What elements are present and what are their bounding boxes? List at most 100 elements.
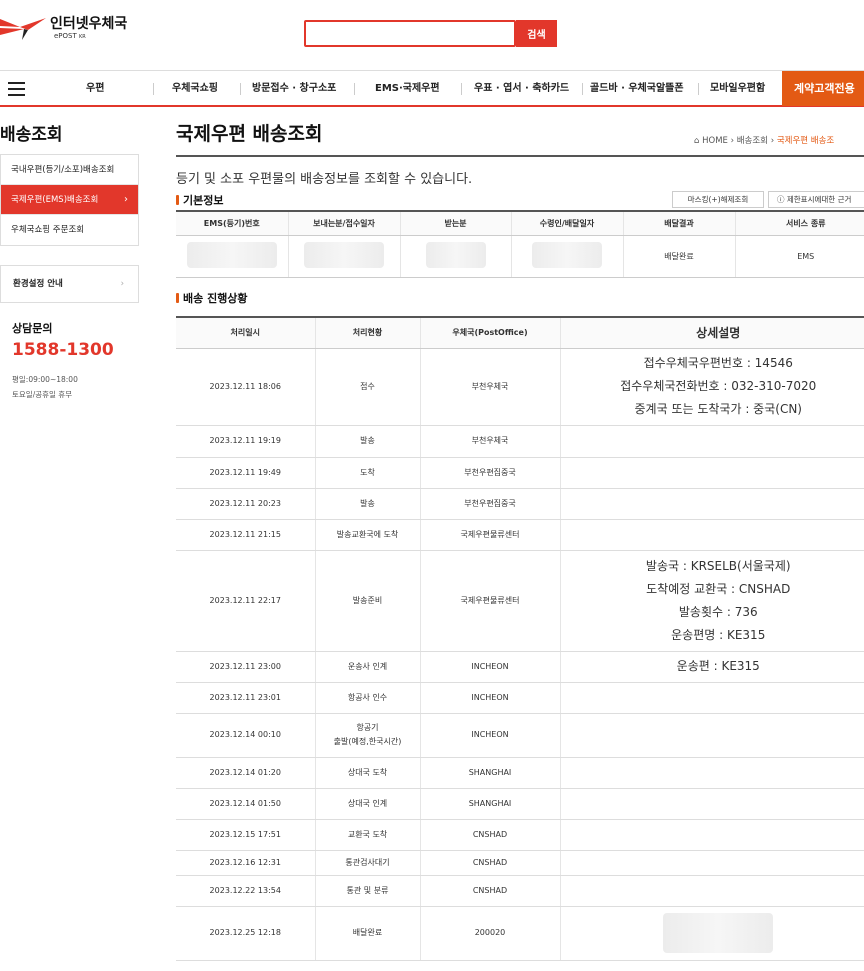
- table-header-row: EMS(등기)번호 보내는분/접수일자 받는분 수령인/배달일자 배달결과 서비…: [176, 211, 864, 236]
- event-detail: [559, 488, 864, 520]
- redacted-value: [186, 242, 277, 268]
- column-header: 처리현황: [314, 317, 420, 349]
- search-button[interactable]: 검색: [516, 20, 557, 47]
- epost-logo-icon: [0, 18, 46, 40]
- event-status: 발송준비: [314, 550, 420, 652]
- receiver-cell: [510, 235, 623, 278]
- hours-weekend: 토요일/공휴일 휴무: [12, 390, 73, 399]
- progress-title: 배송 진행상황: [183, 292, 248, 305]
- logo-sub-kr: KR: [79, 34, 86, 40]
- nav-item-mail[interactable]: 우편: [86, 71, 104, 106]
- event-detail: [559, 757, 864, 789]
- chevron-right-icon: ›: [124, 194, 128, 205]
- event-office: 부천우체국: [419, 348, 560, 426]
- event-office: SHANGHAI: [419, 788, 560, 820]
- nav-item-goldbar[interactable]: 골드바 · 우체국알뜰폰: [590, 71, 684, 106]
- sidebar-item-domestic[interactable]: 국내우편(등기/소포)배송조회: [1, 155, 138, 185]
- event-detail: [559, 819, 864, 851]
- basic-info-heading: 기본정보: [176, 192, 223, 208]
- table-row: 2023.12.11 20:23 발송 부천우편집중국: [176, 488, 864, 520]
- hours-weekday: 평일:09:00~18:00: [12, 375, 78, 384]
- event-office: CNSHAD: [419, 875, 560, 907]
- detail-line: 도착예정 교환국 : CNSHAD: [646, 581, 791, 596]
- table-row: 2023.12.14 01:50 상대국 인계 SHANGHAI: [176, 788, 864, 820]
- event-detail: [559, 875, 864, 907]
- nav-item-mobile-mailbox[interactable]: 모바일우편함: [710, 71, 765, 106]
- breadcrumb-current: 국제우편 배송조: [776, 136, 835, 146]
- nav-divider: [153, 83, 154, 95]
- column-header: 보내는분/접수일자: [287, 211, 400, 236]
- event-detail: [559, 788, 864, 820]
- event-office: SHANGHAI: [419, 757, 560, 789]
- table-row: 2023.12.11 18:06 접수 부천우체국 접수우체국우편번호 : 14…: [176, 348, 864, 426]
- nav-item-stamps[interactable]: 우표 · 엽서 · 축하카드: [474, 71, 569, 106]
- event-office: 국제우편물류센터: [419, 519, 560, 551]
- breadcrumb-home[interactable]: HOME: [702, 136, 728, 146]
- event-time: 2023.12.14 00:10: [176, 713, 315, 758]
- detail-line: 운송편 : KE315: [676, 659, 760, 673]
- nav-divider: [240, 83, 241, 95]
- sidebar-item-label: 국내우편(등기/소포)배송조회: [11, 165, 115, 175]
- event-status: 상대국 인계: [314, 788, 420, 820]
- nav-divider: [461, 83, 462, 95]
- search-input[interactable]: [304, 20, 516, 47]
- nav-divider: [698, 83, 699, 95]
- event-status: 항공사 인수: [314, 682, 420, 714]
- redacted-value: [425, 242, 486, 268]
- event-status: 운송사 인계: [314, 651, 420, 683]
- menu-icon[interactable]: [8, 82, 25, 96]
- breadcrumb: ⌂ HOME › 배송조회 › 국제우편 배송조: [694, 134, 834, 146]
- breadcrumb-tracking[interactable]: 배송조회: [737, 136, 768, 146]
- event-office: 국제우편물류센터: [419, 550, 560, 652]
- event-detail: [559, 906, 864, 961]
- event-status: 발송: [314, 425, 420, 458]
- environment-settings-link[interactable]: 환경설정 안내 ›: [0, 265, 139, 303]
- event-status: 접수: [314, 348, 420, 426]
- contract-customer-button[interactable]: 계약고객전용: [782, 71, 864, 106]
- env-label: 환경설정 안내: [13, 279, 63, 289]
- sidebar-item-label: 우체국쇼핑 주문조회: [11, 225, 85, 235]
- table-row: 배달완료 EMS: [176, 235, 864, 278]
- sidebar-title: 배송조회: [0, 125, 63, 145]
- detail-line: 발송횟수 : 736: [678, 604, 758, 619]
- event-detail: 운송편 : KE315: [559, 651, 864, 683]
- nav-item-ems[interactable]: EMS·국제우편: [375, 71, 440, 106]
- event-office: 200020: [419, 906, 560, 961]
- event-detail: [559, 457, 864, 489]
- redacted-value: [663, 913, 774, 953]
- nav-item-visit-parcel[interactable]: 방문접수 · 창구소포: [252, 71, 336, 106]
- event-time: 2023.12.11 19:49: [176, 457, 315, 489]
- event-time: 2023.12.11 20:23: [176, 488, 315, 520]
- table-row: 2023.12.11 22:17 발송준비 국제우편물류센터 발송국 : KRS…: [176, 550, 864, 652]
- table-row: 2023.12.14 00:10 항공기 출발(예정,한국시간) INCHEON: [176, 713, 864, 758]
- restriction-info-button[interactable]: ⓘ 제한표시에대한 근거: [768, 191, 864, 208]
- event-status: 배달완료: [314, 906, 420, 961]
- nav-item-shopping[interactable]: 우체국쇼핑: [172, 71, 218, 106]
- event-detail: 발송국 : KRSELB(서울국제) 도착예정 교환국 : CNSHAD 발송횟…: [559, 550, 864, 652]
- event-time: 2023.12.11 22:17: [176, 550, 315, 652]
- progress-heading: 배송 진행상황: [176, 290, 248, 306]
- event-time: 2023.12.11 19:19: [176, 425, 315, 458]
- event-office: 부천우체국: [419, 425, 560, 458]
- event-status: 상대국 도착: [314, 757, 420, 789]
- home-icon: ⌂: [694, 136, 700, 146]
- section-marker: [176, 195, 179, 205]
- redacted-value: [304, 242, 384, 268]
- event-office: CNSHAD: [419, 819, 560, 851]
- column-header: 배달결과: [622, 211, 735, 236]
- event-detail: [559, 519, 864, 551]
- event-time: 2023.12.11 21:15: [176, 519, 315, 551]
- table-row: 2023.12.11 23:00 운송사 인계 INCHEON 운송편 : KE…: [176, 651, 864, 683]
- epost-logo[interactable]: 인터넷우체국 ePOST KR: [0, 16, 127, 42]
- unmask-button[interactable]: 마스킹(+)해제조회: [672, 191, 764, 208]
- event-status: 발송교환국에 도착: [314, 519, 420, 551]
- event-time: 2023.12.16 12:31: [176, 850, 315, 876]
- sidebar-item-shopping-order[interactable]: 우체국쇼핑 주문조회: [1, 215, 138, 245]
- main-nav: 우편 우체국쇼핑 방문접수 · 창구소포 EMS·국제우편 우표 · 엽서 · …: [0, 70, 864, 107]
- table-row: 2023.12.11 19:49 도착 부천우편집중국: [176, 457, 864, 489]
- sidebar-item-international[interactable]: 국제우편(EMS)배송조회 ›: [1, 185, 138, 215]
- event-office: INCHEON: [419, 713, 560, 758]
- column-header: 우체국(PostOffice): [419, 317, 560, 349]
- event-office: CNSHAD: [419, 850, 560, 876]
- recipient-cell: [399, 235, 511, 278]
